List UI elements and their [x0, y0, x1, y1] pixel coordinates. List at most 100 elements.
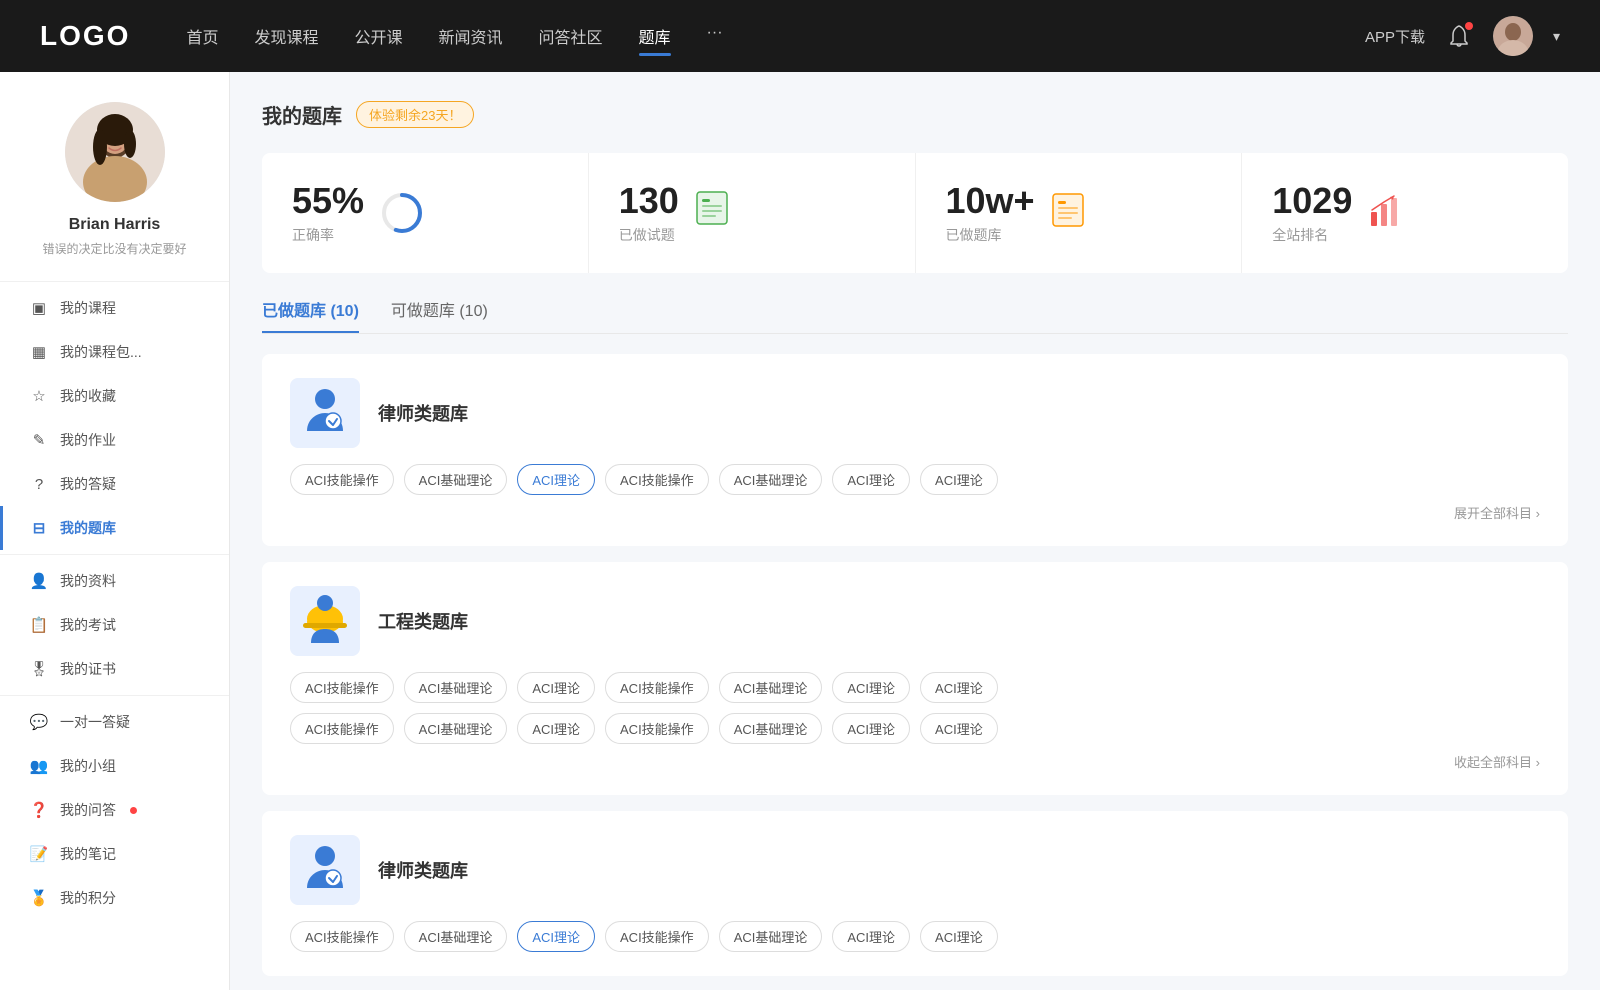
- sidebar-divider-1: [0, 281, 229, 282]
- l2-tag-0[interactable]: ACI技能操作: [290, 921, 394, 952]
- bank-tags-lawyer-2: ACI技能操作 ACI基础理论 ACI理论 ACI技能操作 ACI基础理论 AC…: [290, 921, 1540, 952]
- tab-available-banks[interactable]: 可做题库 (10): [391, 297, 488, 333]
- tag-0[interactable]: ACI技能操作: [290, 464, 394, 495]
- sidebar-item-exam[interactable]: 📋 我的考试: [0, 603, 229, 647]
- bank-title-lawyer-1: 律师类题库: [378, 400, 468, 426]
- app-download-link[interactable]: APP下载: [1365, 26, 1425, 47]
- points-icon: 🏅: [30, 889, 48, 907]
- eng-tag-r1-2[interactable]: ACI理论: [517, 672, 595, 703]
- stat-accuracy: 55% 正确率: [262, 153, 589, 273]
- eng-tag-r1-6[interactable]: ACI理论: [920, 672, 998, 703]
- eng-tag-r2-4[interactable]: ACI基础理论: [719, 713, 823, 744]
- bank-header-engineer: 工程类题库: [290, 586, 1540, 656]
- tab-done-banks[interactable]: 已做题库 (10): [262, 297, 359, 333]
- sidebar-item-questions[interactable]: ❓ 我的问答: [0, 788, 229, 832]
- l2-tag-1[interactable]: ACI基础理论: [404, 921, 508, 952]
- tag-6[interactable]: ACI理论: [920, 464, 998, 495]
- trial-badge: 体验剩余23天！: [356, 101, 474, 128]
- bank-title-lawyer-2: 律师类题库: [378, 857, 468, 883]
- tag-5[interactable]: ACI理论: [832, 464, 910, 495]
- sidebar-item-cert[interactable]: 🎖 我的证书: [0, 647, 229, 691]
- sidebar-item-group[interactable]: 👥 我的小组: [0, 744, 229, 788]
- bank-header-lawyer-1: 律师类题库: [290, 378, 1540, 448]
- sidebar-avatar: [65, 102, 165, 202]
- tag-1[interactable]: ACI基础理论: [404, 464, 508, 495]
- eng-tag-r1-3[interactable]: ACI技能操作: [605, 672, 709, 703]
- eng-tag-r2-0[interactable]: ACI技能操作: [290, 713, 394, 744]
- accuracy-chart-icon: [380, 191, 424, 235]
- stat-done-tests: 130 已做试题: [589, 153, 916, 273]
- question-icon: ❓: [30, 801, 48, 819]
- sidebar-item-points[interactable]: 🏅 我的积分: [0, 876, 229, 920]
- eng-tag-r1-4[interactable]: ACI基础理论: [719, 672, 823, 703]
- stat-rank-label: 全站排名: [1272, 225, 1352, 245]
- sidebar-item-bank[interactable]: ⊟ 我的题库: [0, 506, 229, 550]
- nav-discover[interactable]: 发现课程: [254, 20, 318, 52]
- sidebar-item-notes[interactable]: 📝 我的笔记: [0, 832, 229, 876]
- nav-open-course[interactable]: 公开课: [354, 20, 402, 52]
- sidebar: Brian Harris 错误的决定比没有决定要好 ▣ 我的课程 ▦ 我的课程包…: [0, 72, 230, 990]
- notification-bell[interactable]: [1445, 22, 1473, 50]
- question-notification-dot: [130, 807, 137, 814]
- tag-2-active[interactable]: ACI理论: [517, 464, 595, 495]
- sidebar-item-profile[interactable]: 👤 我的资料: [0, 559, 229, 603]
- nav-home[interactable]: 首页: [186, 20, 218, 52]
- bank-card-engineer: 工程类题库 ACI技能操作 ACI基础理论 ACI理论 ACI技能操作 ACI基…: [262, 562, 1568, 795]
- stats-row: 55% 正确率 130 已做试题: [262, 153, 1568, 273]
- bank-title-engineer: 工程类题库: [378, 608, 468, 634]
- sidebar-item-package[interactable]: ▦ 我的课程包...: [0, 330, 229, 374]
- exam-icon: 📋: [30, 616, 48, 634]
- layout: Brian Harris 错误的决定比没有决定要好 ▣ 我的课程 ▦ 我的课程包…: [0, 72, 1600, 990]
- stat-accuracy-number: 55%: [292, 181, 364, 221]
- note-icon: 📝: [30, 845, 48, 863]
- l2-tag-6[interactable]: ACI理论: [920, 921, 998, 952]
- nav-right: APP下载 ▾: [1365, 16, 1560, 56]
- page-title: 我的题库: [262, 100, 342, 129]
- expand-link-1[interactable]: 展开全部科目 ›: [290, 503, 1540, 522]
- sidebar-username: Brian Harris: [69, 216, 161, 234]
- nav-qa[interactable]: 问答社区: [539, 20, 603, 52]
- l2-tag-4[interactable]: ACI基础理论: [719, 921, 823, 952]
- sidebar-item-course[interactable]: ▣ 我的课程: [0, 286, 229, 330]
- package-icon: ▦: [30, 343, 48, 361]
- sidebar-item-oneone[interactable]: 💬 一对一答疑: [0, 700, 229, 744]
- eng-tag-r2-1[interactable]: ACI基础理论: [404, 713, 508, 744]
- eng-tag-r1-1[interactable]: ACI基础理论: [404, 672, 508, 703]
- eng-tag-r2-5[interactable]: ACI理论: [832, 713, 910, 744]
- list-green-icon: [695, 190, 729, 235]
- lawyer-icon-2: [290, 835, 360, 905]
- l2-tag-5[interactable]: ACI理论: [832, 921, 910, 952]
- tag-4[interactable]: ACI基础理论: [719, 464, 823, 495]
- qa-icon: ?: [30, 475, 48, 493]
- homework-icon: ✎: [30, 431, 48, 449]
- bank-tags-engineer-row2: ACI技能操作 ACI基础理论 ACI理论 ACI技能操作 ACI基础理论 AC…: [290, 713, 1540, 744]
- eng-tag-r2-2[interactable]: ACI理论: [517, 713, 595, 744]
- user-avatar[interactable]: [1493, 16, 1533, 56]
- sidebar-item-homework[interactable]: ✎ 我的作业: [0, 418, 229, 462]
- collapse-link[interactable]: 收起全部科目 ›: [290, 752, 1540, 771]
- l2-tag-3[interactable]: ACI技能操作: [605, 921, 709, 952]
- l2-tag-2-active[interactable]: ACI理论: [517, 921, 595, 952]
- tag-3[interactable]: ACI技能操作: [605, 464, 709, 495]
- eng-tag-r2-6[interactable]: ACI理论: [920, 713, 998, 744]
- stat-done-banks-label: 已做题库: [946, 225, 1035, 245]
- sidebar-item-answers[interactable]: ? 我的答疑: [0, 462, 229, 506]
- lawyer-icon-1: [290, 378, 360, 448]
- user-menu-chevron[interactable]: ▾: [1553, 28, 1560, 45]
- tabs-row: 已做题库 (10) 可做题库 (10): [262, 297, 1568, 334]
- eng-tag-r2-3[interactable]: ACI技能操作: [605, 713, 709, 744]
- eng-tag-r1-0[interactable]: ACI技能操作: [290, 672, 394, 703]
- star-icon: ☆: [30, 387, 48, 405]
- sidebar-item-favorites[interactable]: ☆ 我的收藏: [0, 374, 229, 418]
- logo[interactable]: LOGO: [40, 20, 130, 52]
- eng-tag-r1-5[interactable]: ACI理论: [832, 672, 910, 703]
- nav-more[interactable]: ···: [707, 20, 723, 52]
- nav-news[interactable]: 新闻资讯: [439, 20, 503, 52]
- bank-tags-engineer-row1: ACI技能操作 ACI基础理论 ACI理论 ACI技能操作 ACI基础理论 AC…: [290, 672, 1540, 703]
- page-header: 我的题库 体验剩余23天！: [262, 100, 1568, 129]
- nav-bank[interactable]: 题库: [639, 20, 671, 52]
- list-orange-icon: [1051, 192, 1085, 233]
- engineer-icon: [290, 586, 360, 656]
- bank-tags-engineer: ACI技能操作 ACI基础理论 ACI理论 ACI技能操作 ACI基础理论 AC…: [290, 672, 1540, 744]
- data-icon: 👤: [30, 572, 48, 590]
